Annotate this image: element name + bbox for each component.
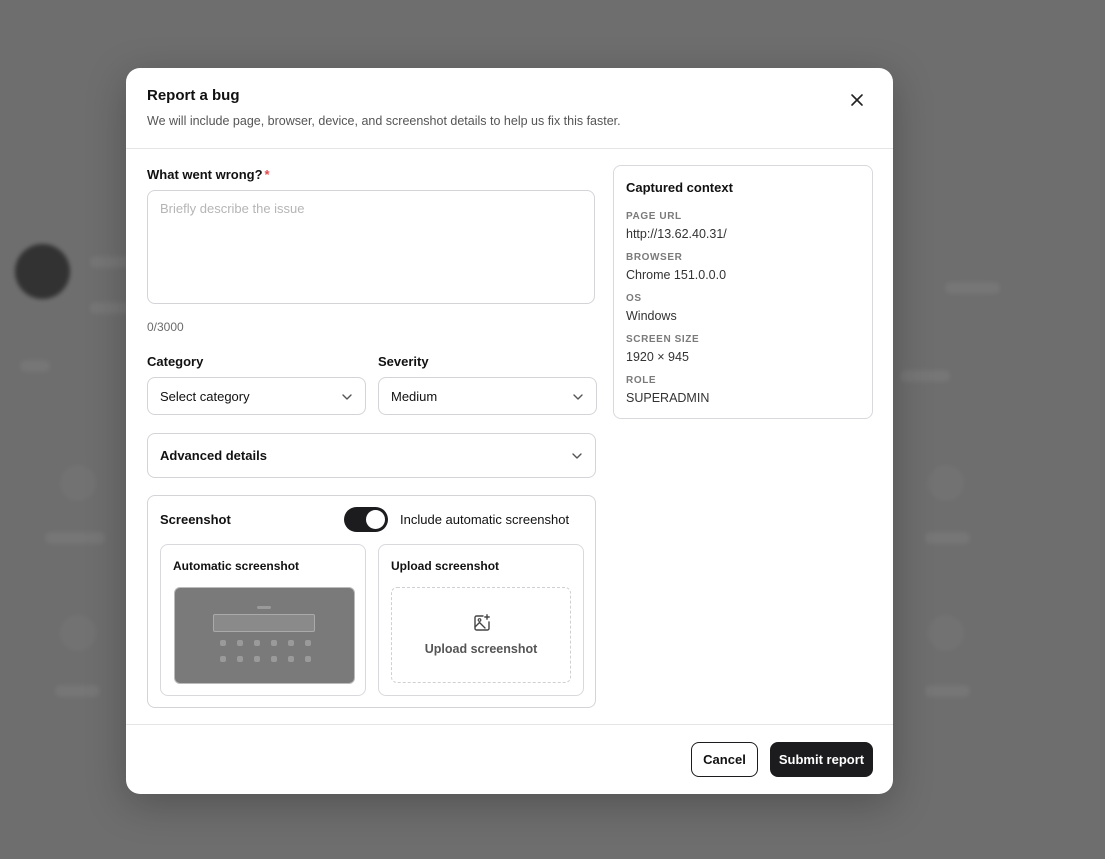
report-bug-dialog: Report a bug We will include page, brows… xyxy=(126,68,893,794)
automatic-screenshot-card: Automatic screenshot xyxy=(160,544,366,696)
severity-select[interactable]: Medium xyxy=(378,377,597,415)
background-icon xyxy=(60,465,96,501)
chevron-down-icon xyxy=(342,394,352,400)
cancel-button[interactable]: Cancel xyxy=(691,742,758,777)
upload-screenshot-label: Upload screenshot xyxy=(424,642,538,656)
page-url-value: http://13.62.40.31/ xyxy=(626,227,727,241)
screenshot-section: Screenshot Include automatic screenshot … xyxy=(147,495,596,708)
upload-screenshot-card: Upload screenshot Upload screenshot xyxy=(378,544,584,696)
severity-label: Severity xyxy=(378,354,429,369)
background-bar xyxy=(925,532,970,544)
background-icon xyxy=(928,615,964,651)
advanced-details-accordion[interactable]: Advanced details xyxy=(147,433,596,478)
severity-select-value: Medium xyxy=(391,388,438,404)
description-label: What went wrong? * xyxy=(147,167,270,182)
chevron-down-icon xyxy=(572,453,582,459)
category-select-value: Select category xyxy=(160,388,250,404)
background-bar xyxy=(55,685,100,697)
background-bar xyxy=(945,282,1000,294)
automatic-screenshot-toggle[interactable] xyxy=(344,507,388,532)
background-avatar xyxy=(15,244,70,299)
category-label: Category xyxy=(147,354,204,369)
role-key: ROLE xyxy=(626,375,657,386)
required-marker: * xyxy=(264,167,270,182)
description-textarea[interactable] xyxy=(147,190,595,304)
screenshot-thumbnail[interactable] xyxy=(174,587,355,684)
dialog-title: Report a bug xyxy=(147,87,240,104)
background-bar xyxy=(20,360,50,372)
close-icon xyxy=(851,94,863,106)
background-icon xyxy=(928,465,964,501)
dialog-header: Report a bug We will include page, brows… xyxy=(126,68,893,149)
automatic-screenshot-toggle-label: Include automatic screenshot xyxy=(400,512,570,527)
browser-value: Chrome 151.0.0.0 xyxy=(626,268,727,282)
description-label-text: What went wrong? xyxy=(147,167,263,182)
background-bar xyxy=(45,532,105,544)
upload-screenshot-title: Upload screenshot xyxy=(391,559,500,573)
upload-screenshot-dropzone[interactable]: Upload screenshot xyxy=(391,587,571,683)
captured-context-panel: Captured context PAGE URL http://13.62.4… xyxy=(613,165,873,419)
automatic-screenshot-title: Automatic screenshot xyxy=(173,559,300,573)
advanced-details-label: Advanced details xyxy=(160,448,267,463)
category-select[interactable]: Select category xyxy=(147,377,366,415)
dialog-footer: Cancel Submit report xyxy=(126,724,893,794)
role-value: SUPERADMIN xyxy=(626,391,710,405)
dialog-subtitle: We will include page, browser, device, a… xyxy=(147,114,621,128)
close-button[interactable] xyxy=(847,90,867,110)
os-value: Windows xyxy=(626,309,677,323)
screen-size-value: 1920 × 945 xyxy=(626,350,689,364)
screen-size-key: SCREEN SIZE xyxy=(626,334,700,345)
background-bar xyxy=(925,685,970,697)
image-plus-icon xyxy=(474,614,490,631)
chevron-down-icon xyxy=(573,394,583,400)
browser-key: BROWSER xyxy=(626,252,683,263)
character-counter: 0/3000 xyxy=(147,320,184,334)
background-icon xyxy=(60,615,96,651)
background-bar xyxy=(900,370,950,382)
captured-context-title: Captured context xyxy=(626,180,733,195)
screenshot-section-title: Screenshot xyxy=(160,512,231,527)
toggle-knob xyxy=(366,510,385,529)
page-url-key: PAGE URL xyxy=(626,211,682,222)
submit-report-button[interactable]: Submit report xyxy=(770,742,873,777)
os-key: OS xyxy=(626,293,642,304)
